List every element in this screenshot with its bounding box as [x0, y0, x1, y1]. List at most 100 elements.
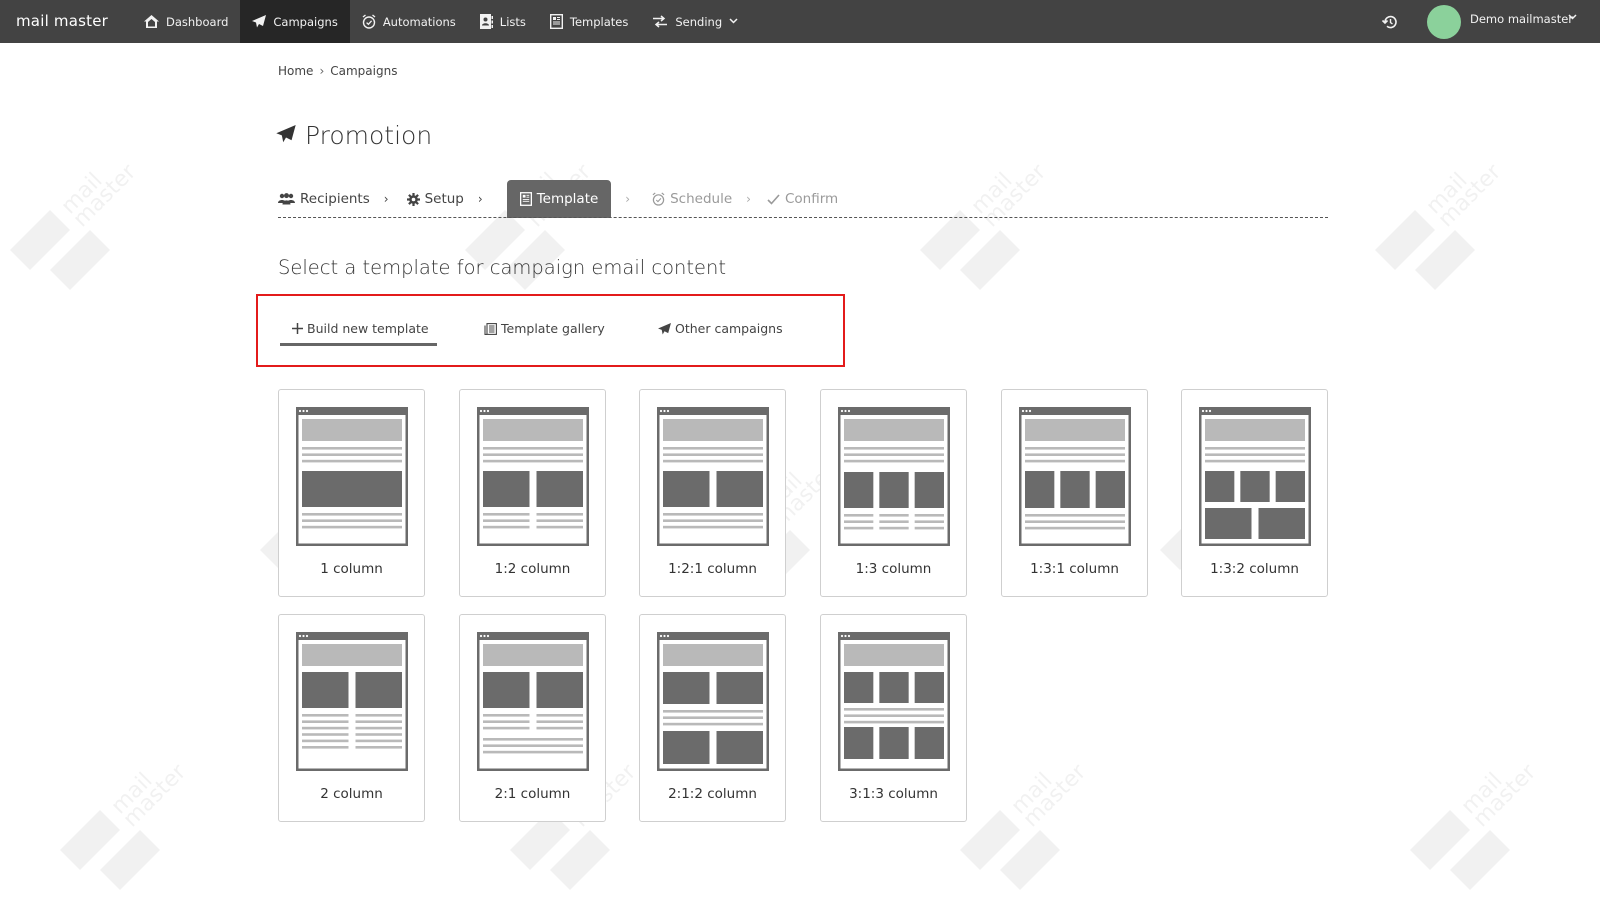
text-line-placeholder	[844, 714, 944, 717]
history-icon[interactable]	[1380, 12, 1400, 32]
text-line-placeholder	[663, 710, 763, 713]
image-block-placeholder	[1095, 471, 1125, 508]
section-title: Select a template for campaign email con…	[278, 256, 727, 279]
step-label: Setup	[424, 191, 464, 207]
text-line-placeholder	[663, 513, 763, 516]
template-card[interactable]: 1:3 column	[820, 389, 967, 597]
tab-label: Build new template	[307, 321, 429, 336]
thumb-titlebar	[477, 632, 589, 640]
text-line-placeholder	[302, 525, 402, 529]
header-block-placeholder	[663, 419, 763, 441]
breadcrumb: Home › Campaigns	[278, 64, 397, 78]
plus-icon	[292, 323, 303, 334]
nav-templates[interactable]: Templates	[538, 0, 640, 43]
text-line-placeholder	[355, 720, 402, 723]
header-block-placeholder	[302, 644, 402, 666]
image-block-placeholder	[914, 472, 944, 508]
template-card[interactable]: 3:1:3 column	[820, 614, 967, 822]
template-card[interactable]: 1:3:1 column	[1001, 389, 1148, 597]
window-dots-icon	[298, 634, 309, 638]
text-line-placeholder	[663, 716, 763, 719]
home-icon	[144, 15, 159, 28]
nav-label: Lists	[499, 14, 526, 29]
template-card[interactable]: 2 column	[278, 614, 425, 822]
step-setup[interactable]: Setup	[406, 180, 464, 218]
header-block-placeholder	[483, 419, 583, 441]
template-card[interactable]: 2:1:2 column	[639, 614, 786, 822]
tab-other-campaigns[interactable]: Other campaigns	[658, 321, 783, 336]
breadcrumb-campaigns[interactable]: Campaigns	[330, 64, 397, 78]
text-line-placeholder	[355, 726, 402, 730]
text-line-placeholder	[355, 746, 402, 749]
thumb-titlebar	[477, 407, 589, 415]
template-card-label: 2:1 column	[494, 786, 571, 802]
text-line-placeholder	[1025, 526, 1125, 530]
active-tab-indicator	[280, 343, 437, 346]
watermark-logo: mailmaster	[1365, 159, 1515, 304]
template-layout-thumbnail	[657, 632, 769, 771]
image-block-placeholder	[879, 472, 909, 508]
text-line-placeholder	[302, 453, 402, 456]
step-recipients[interactable]: Recipients	[278, 180, 370, 218]
nav-label: Templates	[569, 14, 629, 29]
template-icon	[519, 192, 532, 206]
template-card[interactable]: 2:1 column	[459, 614, 606, 822]
nav-lists[interactable]: Lists	[468, 0, 538, 43]
nav-label: Sending	[675, 14, 723, 29]
image-block-placeholder	[1060, 471, 1090, 508]
svg-text:master: master	[1469, 760, 1542, 832]
image-block-placeholder	[716, 731, 763, 764]
nav-dashboard[interactable]: Dashboard	[132, 0, 240, 43]
window-dots-icon	[298, 409, 309, 413]
text-line-placeholder	[663, 453, 763, 456]
template-card[interactable]: 1:2 column	[459, 389, 606, 597]
text-line-placeholder	[844, 708, 944, 711]
text-line-placeholder	[663, 459, 763, 463]
header-block-placeholder	[1205, 419, 1305, 441]
text-line-placeholder	[483, 726, 530, 730]
paper-plane-icon	[252, 15, 267, 28]
nav-automations[interactable]: Automations	[350, 0, 468, 43]
text-line-placeholder	[844, 459, 944, 463]
text-line-placeholder	[483, 519, 530, 522]
text-line-placeholder	[302, 739, 349, 743]
text-line-placeholder	[355, 739, 402, 743]
nav-campaigns[interactable]: Campaigns	[240, 0, 350, 43]
template-card-label: 1:3:2 column	[1210, 561, 1299, 577]
step-confirm[interactable]: Confirm	[767, 180, 838, 218]
text-line-placeholder	[302, 519, 402, 522]
thumb-titlebar	[1199, 407, 1311, 415]
step-schedule[interactable]: Schedule	[652, 180, 732, 218]
user-menu-name[interactable]: Demo mailmaster	[1470, 12, 1573, 26]
app-logo[interactable]: mail master	[16, 12, 108, 30]
main-nav: Dashboard Campaigns Automations Lists Te…	[132, 0, 750, 43]
image-block-placeholder	[663, 731, 710, 764]
text-line-placeholder	[302, 714, 349, 717]
text-line-placeholder	[355, 733, 402, 736]
contact-book-icon	[479, 14, 493, 29]
text-line-placeholder	[483, 459, 583, 463]
chevron-down-icon[interactable]	[1568, 13, 1577, 23]
breadcrumb-home[interactable]: Home	[278, 64, 313, 78]
avatar[interactable]	[1427, 5, 1461, 39]
template-card-label: 1 column	[320, 561, 383, 577]
step-template[interactable]: Template	[506, 180, 612, 218]
template-card-label: 1:2:1 column	[668, 561, 757, 577]
image-block-placeholder	[1025, 471, 1055, 508]
tab-build-new-template[interactable]: Build new template	[292, 321, 429, 336]
image-block-placeholder	[483, 471, 530, 507]
nav-sending[interactable]: Sending	[640, 0, 750, 43]
watermark-logo: mailmaster	[950, 759, 1100, 904]
template-card[interactable]: 1 column	[278, 389, 425, 597]
template-layout-thumbnail	[477, 632, 589, 771]
template-card[interactable]: 1:2:1 column	[639, 389, 786, 597]
template-card[interactable]: 1:3:2 column	[1181, 389, 1328, 597]
step-label: Confirm	[784, 191, 839, 207]
text-line-placeholder	[1025, 453, 1125, 456]
image-block-placeholder	[844, 672, 874, 703]
tab-template-gallery[interactable]: Template gallery	[484, 321, 605, 336]
text-line-placeholder	[483, 720, 530, 723]
svg-text:master: master	[1019, 760, 1092, 832]
svg-text:master: master	[119, 760, 192, 832]
page-title: Promotion	[276, 121, 432, 150]
